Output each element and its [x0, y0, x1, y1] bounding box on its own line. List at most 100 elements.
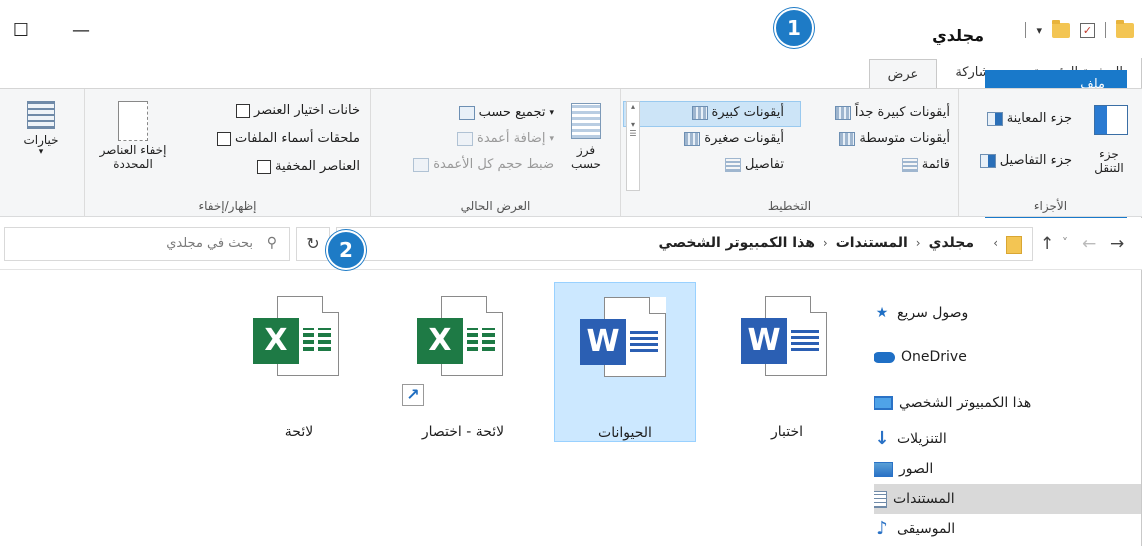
star-icon: ★	[875, 305, 889, 321]
group-label-show-hide: إظهار/إخفاء	[198, 199, 257, 213]
nav-pane-button[interactable]: جزء التنقل	[1094, 105, 1128, 175]
nav-item-documents[interactable]: المستندات	[873, 484, 1141, 514]
qat-dropdown-icon[interactable]: ▾	[1036, 24, 1042, 37]
hidden-items-toggle[interactable]: العناصر المخفية	[256, 159, 360, 174]
layout-small-icons[interactable]: أيقونات صغيرة	[684, 131, 784, 146]
excel-icon: X	[417, 318, 463, 364]
nav-item-onedrive[interactable]: OneDrive	[873, 342, 1141, 372]
nav-item-label: المستندات	[893, 491, 955, 507]
preview-pane-icon	[986, 111, 1003, 126]
breadcrumb-documents[interactable]: المستندات	[836, 235, 908, 251]
list-label: قائمة	[921, 157, 950, 172]
medium-icons-icon	[839, 131, 856, 146]
group-label-layout: التخطيط	[767, 199, 812, 213]
nav-item-downloads[interactable]: ↓ التنزيلات	[873, 424, 1141, 454]
extensions-checkbox[interactable]	[217, 131, 232, 146]
nav-item-label: الصور	[899, 461, 934, 477]
nav-item-label: التنزيلات	[897, 431, 947, 447]
group-label-panes: الأجزاء	[1033, 199, 1068, 213]
hide-selected-button[interactable]: إخفاء العناصر المحددة	[93, 101, 173, 171]
item-checkboxes-checkbox[interactable]	[235, 103, 250, 118]
file-item[interactable]: X ↗ لائحة - اختصار	[392, 282, 534, 442]
up-button[interactable]: ↑	[1040, 234, 1054, 254]
details-view-icon	[725, 157, 742, 172]
navigation-pane: ★ وصول سريع OneDrive هذا الكمبيوتر الشخص…	[873, 270, 1141, 546]
item-checkboxes-toggle[interactable]: خانات اختيار العنصر	[235, 103, 360, 118]
window-title: مجلدي	[932, 26, 984, 45]
sort-by-button[interactable]: فرز حسب	[564, 103, 608, 171]
breadcrumb-this-pc[interactable]: هذا الكمبيوتر الشخصي	[658, 235, 814, 251]
nav-item-this-pc[interactable]: هذا الكمبيوتر الشخصي	[873, 388, 1141, 418]
details-pane-button[interactable]: جزء التفاصيل	[979, 153, 1072, 168]
breadcrumb: هذا الكمبيوتر الشخصي ‹ المستندات ‹ مجلدي	[658, 235, 974, 251]
hidden-items-checkbox[interactable]	[256, 159, 271, 174]
nav-item-pictures[interactable]: الصور	[873, 454, 1141, 484]
search-icon: ⚲	[266, 235, 277, 251]
extra-large-icons-label: أيقونات كبيرة جداً	[854, 105, 950, 120]
excel-icon: X	[253, 318, 299, 364]
files-view: W اختبار W الحيوانات X ↗ لائحة - اختصار …	[0, 270, 874, 546]
nav-item-quick-access[interactable]: ★ وصول سريع	[873, 298, 1141, 328]
layout-details[interactable]: تفاصيل	[725, 157, 784, 172]
properties-check-icon[interactable]: ✓	[1080, 22, 1095, 38]
forward-button[interactable]: ←	[1082, 234, 1096, 254]
breadcrumb-my-folder[interactable]: مجلدي	[929, 235, 974, 251]
recent-locations-button[interactable]: ˅	[1062, 236, 1068, 250]
file-explorer-window: ☐ — ✓ ▾ مجلدي ملف الصفحة الرئيسية مشاركة…	[0, 0, 1142, 546]
callout-badge-1: 1	[774, 8, 814, 48]
large-icons-label: أيقونات كبيرة	[711, 105, 785, 120]
page-fold	[649, 297, 666, 314]
back-button[interactable]: →	[1110, 234, 1124, 254]
file-name: لائحة - اختصار	[421, 424, 505, 440]
nav-item-label: وصول سريع	[897, 305, 969, 321]
file-name: الحيوانات	[598, 425, 652, 441]
minimize-button[interactable]: —	[70, 20, 92, 42]
preview-pane-button[interactable]: جزء المعاينة	[986, 111, 1072, 126]
group-options: خيارات ▾	[0, 89, 84, 217]
callout-badge-2: 2	[326, 230, 366, 270]
file-item[interactable]: X لائحة	[228, 282, 370, 442]
new-folder-icon[interactable]	[1052, 19, 1070, 38]
layout-list[interactable]: قائمة	[901, 157, 950, 172]
options-button[interactable]: خيارات ▾	[18, 101, 64, 157]
ribbon-view: جزء التنقل جزء المعاينة جزء التفاصيل الأ…	[0, 89, 1142, 217]
quick-access-toolbar: ✓ ▾	[1025, 19, 1134, 38]
cloud-icon	[873, 351, 895, 363]
file-item-selected[interactable]: W الحيوانات	[554, 282, 696, 442]
tab-view[interactable]: عرض	[868, 59, 938, 89]
layout-extra-large-icons[interactable]: أيقونات كبيرة جداً	[834, 105, 950, 120]
pictures-icon	[873, 461, 893, 477]
file-name: لائحة	[284, 424, 314, 440]
group-label-current-view: العرض الحالي	[460, 199, 531, 213]
layout-gallery-scroll[interactable]: ▴ ▾ ☰	[626, 101, 640, 191]
folder-icon	[1116, 19, 1134, 38]
search-input[interactable]: ⚲ بحث في مجلدي	[4, 227, 290, 261]
sort-by-icon	[571, 103, 601, 139]
sort-by-label: فرز حسب	[571, 143, 601, 171]
chevron-icon: ‹	[822, 236, 828, 250]
size-columns-button[interactable]: ضبط حجم كل الأعمدة	[413, 157, 554, 172]
word-lines	[630, 329, 658, 355]
preview-pane-label: جزء المعاينة	[1006, 111, 1072, 126]
excel-grid	[303, 328, 331, 354]
computer-icon	[873, 396, 893, 410]
extensions-toggle[interactable]: ملحقات أسماء الملفات	[217, 131, 360, 146]
address-row: → ← ˅ ↑ ‹ هذا الكمبيوتر الشخصي ‹ المستند…	[0, 218, 1142, 270]
file-name: اختبار	[770, 424, 804, 440]
nav-item-music[interactable]: ♪ الموسيقى	[873, 514, 1141, 544]
layout-large-icons[interactable]: أيقونات كبيرة	[691, 105, 785, 120]
folder-icon	[1006, 236, 1022, 254]
layout-medium-icons[interactable]: أيقونات متوسطة	[839, 131, 950, 146]
group-by-button[interactable]: تجميع حسب ▾	[458, 105, 554, 120]
refresh-button[interactable]: ↻	[296, 227, 330, 261]
file-item[interactable]: W اختبار	[716, 282, 858, 442]
address-bar[interactable]: ‹ هذا الكمبيوتر الشخصي ‹ المستندات ‹ مجل…	[336, 227, 1033, 261]
small-icons-label: أيقونات صغيرة	[704, 131, 784, 146]
maximize-button[interactable]: ☐	[10, 20, 32, 42]
add-columns-button[interactable]: إضافة أعمدة ▾	[457, 131, 554, 146]
list-view-icon	[901, 157, 918, 172]
chevron-icon: ‹	[915, 236, 921, 250]
documents-icon	[873, 490, 887, 508]
small-icons-icon	[684, 131, 701, 146]
page-fold	[322, 296, 339, 313]
